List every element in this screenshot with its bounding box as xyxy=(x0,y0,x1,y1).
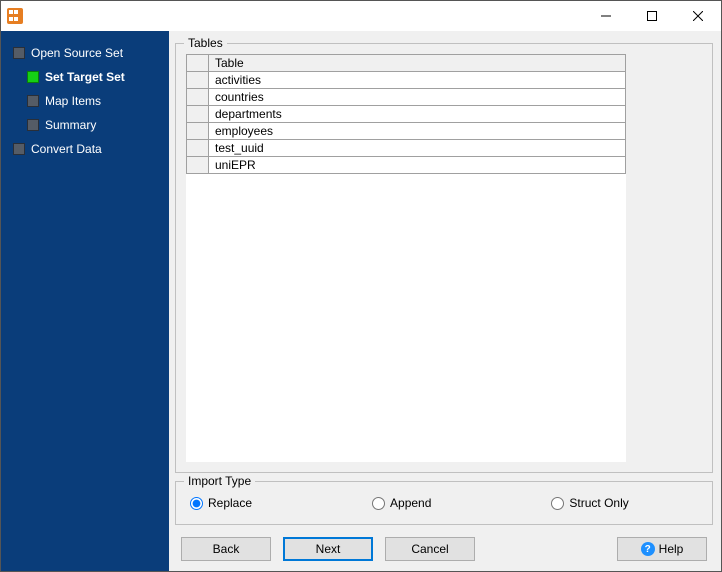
cancel-button[interactable]: Cancel xyxy=(385,537,475,561)
tables-group: Tables Tableactivitiescountriesdepartmen… xyxy=(175,43,713,473)
nav-item-label: Map Items xyxy=(45,94,101,108)
tables-grid[interactable]: Tableactivitiescountriesdepartmentsemplo… xyxy=(186,54,626,462)
table-cell[interactable]: countries xyxy=(209,89,626,106)
maximize-button[interactable] xyxy=(629,1,675,31)
nav-item-summary[interactable]: Summary xyxy=(27,113,163,137)
nav-step-icon xyxy=(13,47,25,59)
table-corner xyxy=(187,55,209,72)
next-button[interactable]: Next xyxy=(283,537,373,561)
tables-group-label: Tables xyxy=(184,36,227,50)
table-row[interactable]: activities xyxy=(187,72,626,89)
nav-step-icon xyxy=(27,95,39,107)
row-header xyxy=(187,157,209,174)
table-cell[interactable]: employees xyxy=(209,123,626,140)
titlebar xyxy=(1,1,721,31)
close-button[interactable] xyxy=(675,1,721,31)
nav-item-open-source-set[interactable]: Open Source Set xyxy=(13,41,163,65)
main-panel: Tables Tableactivitiescountriesdepartmen… xyxy=(169,31,721,571)
row-header xyxy=(187,123,209,140)
radio-input[interactable] xyxy=(190,497,203,510)
table-cell[interactable]: uniEPR xyxy=(209,157,626,174)
wizard-buttons: Back Next Cancel ? Help xyxy=(175,535,713,561)
help-button[interactable]: ? Help xyxy=(617,537,707,561)
wizard-sidebar: Open Source Set Set Target Set Map Items Su… xyxy=(1,31,169,571)
table-row[interactable]: employees xyxy=(187,123,626,140)
row-header xyxy=(187,106,209,123)
row-header xyxy=(187,140,209,157)
nav-item-convert-data[interactable]: Convert Data xyxy=(13,137,163,161)
help-icon: ? xyxy=(641,542,655,556)
nav-step-icon xyxy=(27,71,39,83)
table-cell[interactable]: activities xyxy=(209,72,626,89)
radio-append[interactable]: Append xyxy=(372,496,431,510)
minimize-button[interactable] xyxy=(583,1,629,31)
table-cell[interactable]: departments xyxy=(209,106,626,123)
nav-item-set-target-set[interactable]: Set Target Set xyxy=(27,65,163,89)
table-row[interactable]: countries xyxy=(187,89,626,106)
import-type-label: Import Type xyxy=(184,474,255,488)
nav-item-label: Set Target Set xyxy=(45,70,125,84)
table-row[interactable]: test_uuid xyxy=(187,140,626,157)
import-type-group: Import Type ReplaceAppendStruct Only xyxy=(175,481,713,525)
radio-struct-only[interactable]: Struct Only xyxy=(551,496,628,510)
radio-label: Replace xyxy=(208,496,252,510)
back-button[interactable]: Back xyxy=(181,537,271,561)
radio-input[interactable] xyxy=(551,497,564,510)
table-row[interactable]: uniEPR xyxy=(187,157,626,174)
nav-item-map-items[interactable]: Map Items xyxy=(27,89,163,113)
nav-item-label: Convert Data xyxy=(31,142,102,156)
radio-replace[interactable]: Replace xyxy=(190,496,252,510)
radio-label: Struct Only xyxy=(569,496,628,510)
row-header xyxy=(187,72,209,89)
table-cell[interactable]: test_uuid xyxy=(209,140,626,157)
help-button-label: Help xyxy=(659,542,684,556)
row-header xyxy=(187,89,209,106)
nav-item-label: Open Source Set xyxy=(31,46,123,60)
nav-step-icon xyxy=(27,119,39,131)
nav-step-icon xyxy=(13,143,25,155)
table-header-cell[interactable]: Table xyxy=(209,55,626,72)
radio-label: Append xyxy=(390,496,431,510)
app-icon xyxy=(7,8,23,24)
nav-item-label: Summary xyxy=(45,118,96,132)
table-row[interactable]: departments xyxy=(187,106,626,123)
radio-input[interactable] xyxy=(372,497,385,510)
